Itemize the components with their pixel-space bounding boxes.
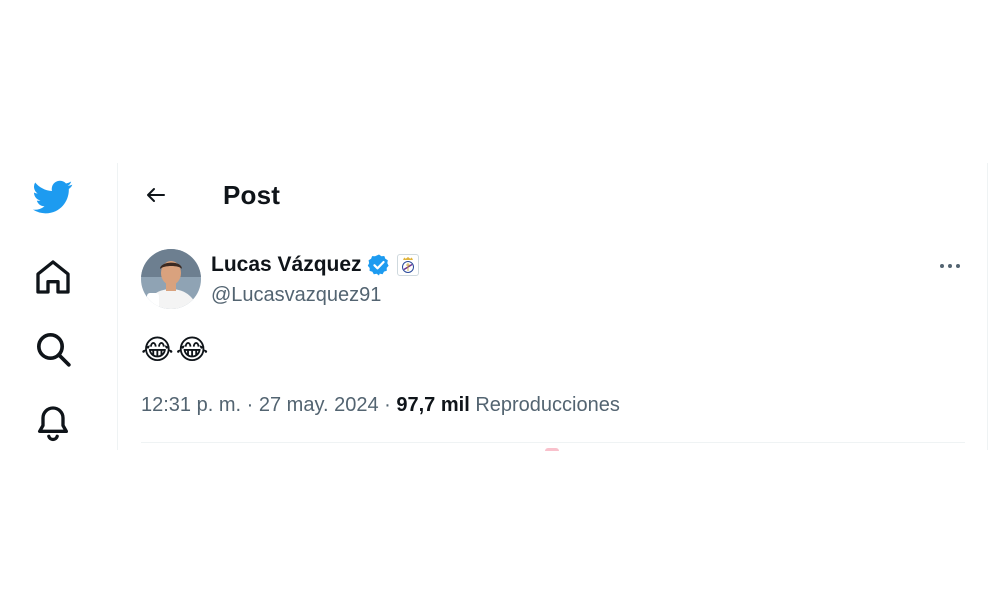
tweet-metadata: 12:31 p. m. · 27 may. 2024 · 97,7 mil Re… bbox=[141, 394, 620, 417]
author-row: Lucas Vázquez bbox=[211, 253, 419, 277]
author-handle[interactable]: @Lucasvazquez91 bbox=[211, 284, 381, 307]
column-divider bbox=[987, 163, 988, 450]
tweet-date[interactable]: 27 may. 2024 bbox=[259, 394, 379, 416]
twitter-bird-logo-icon[interactable] bbox=[33, 177, 73, 217]
more-dot-icon bbox=[940, 264, 944, 268]
avatar[interactable] bbox=[141, 249, 201, 309]
action-icon-peek bbox=[545, 448, 559, 451]
tweet-text: 😂😂 bbox=[141, 334, 211, 365]
page-title: Post bbox=[223, 180, 281, 210]
back-button[interactable] bbox=[140, 179, 172, 211]
more-dot-icon bbox=[956, 264, 960, 268]
sidebar-nav bbox=[0, 163, 117, 450]
club-crest-icon bbox=[401, 257, 414, 273]
tweet-divider bbox=[141, 442, 965, 443]
views-count: 97,7 mil bbox=[396, 394, 470, 416]
meta-separator: · bbox=[246, 394, 254, 416]
views-label: Reproducciones bbox=[475, 394, 620, 416]
more-options-button[interactable] bbox=[933, 251, 967, 281]
verified-badge-icon bbox=[367, 254, 389, 276]
meta-separator: · bbox=[384, 394, 391, 416]
tweet-time[interactable]: 12:31 p. m. bbox=[141, 394, 241, 416]
arrow-left-icon bbox=[147, 188, 165, 202]
search-icon[interactable] bbox=[33, 329, 73, 369]
affiliate-badge[interactable] bbox=[396, 254, 419, 276]
more-dot-icon bbox=[948, 264, 952, 268]
post-detail: Post Lucas Vázquez @Lucasvazquez91 😂😂 12… bbox=[118, 163, 987, 451]
home-icon[interactable] bbox=[33, 257, 73, 297]
bell-icon[interactable] bbox=[33, 403, 73, 443]
author-name[interactable]: Lucas Vázquez bbox=[211, 253, 362, 277]
